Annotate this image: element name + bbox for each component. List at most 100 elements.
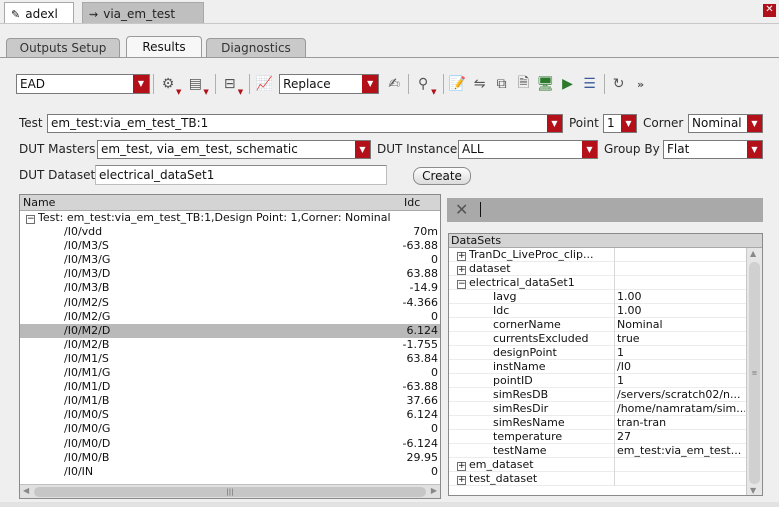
dut-masters-select[interactable]: em_test, via_em_test, schematic ▼ bbox=[97, 140, 371, 159]
table-row[interactable]: /I0/M2/D 6.124 bbox=[20, 323, 440, 338]
dataset-row[interactable]: designPoint 1 bbox=[449, 346, 762, 360]
run-icon[interactable]: ▶ bbox=[557, 73, 579, 95]
dut-instance-select[interactable]: ALL ▼ bbox=[458, 140, 598, 159]
dataset-value: /I0 bbox=[617, 360, 631, 373]
dataset-row[interactable]: + test_dataset bbox=[449, 472, 762, 486]
monitor-icon[interactable]: 🖥 bbox=[535, 73, 557, 95]
table-row[interactable]: /I0/M0/S 6.124 bbox=[20, 408, 440, 422]
dataset-row[interactable]: instName/I0 bbox=[449, 360, 762, 374]
scroll-down-icon[interactable]: ▼ bbox=[750, 486, 756, 495]
plot-mode-select[interactable]: Replace ▼ bbox=[279, 74, 380, 94]
collapse-icon[interactable]: − bbox=[457, 280, 466, 289]
refresh-icon[interactable]: ↻ bbox=[608, 73, 630, 95]
dropdown-arrow-icon[interactable]: ▼ bbox=[203, 88, 208, 96]
tab-outputs-setup[interactable]: Outputs Setup bbox=[6, 38, 120, 58]
dataset-row[interactable]: + TranDc_LiveProc_clip... bbox=[449, 248, 762, 262]
table-row[interactable]: /I0/M3/B -14.9 bbox=[20, 281, 440, 295]
close-icon[interactable]: ✕ bbox=[763, 4, 776, 17]
column-divider bbox=[614, 458, 615, 472]
table-row[interactable]: /I0/M2/G 0 bbox=[20, 310, 440, 324]
group-by-select[interactable]: Flat ▼ bbox=[663, 140, 763, 159]
dataset-row[interactable]: simResName tran-tran bbox=[449, 416, 762, 430]
table-row[interactable]: /I0/M0/D -6.124 bbox=[20, 437, 440, 451]
corner-select[interactable]: Nominal ▼ bbox=[688, 114, 763, 133]
column-header-name[interactable]: Name bbox=[23, 196, 55, 209]
scroll-right-icon[interactable]: ▶ bbox=[431, 486, 437, 495]
table-row[interactable]: /I0/M1/B 37.66 bbox=[20, 394, 440, 408]
scrollbar-thumb[interactable]: ≡ bbox=[749, 262, 760, 484]
plot-icon[interactable]: 📈 bbox=[253, 73, 275, 95]
row-idc-value: 37.66 bbox=[406, 394, 439, 408]
table-row[interactable]: /I0/M2/S -4.366 bbox=[20, 296, 440, 310]
doc-tab-via-em-test[interactable]: ⇝ via_em_test bbox=[82, 2, 204, 23]
dataset-row[interactable]: + dataset bbox=[449, 262, 762, 276]
row-idc-value: -63.88 bbox=[402, 380, 438, 394]
table-row[interactable]: /I0/IN 0 bbox=[20, 465, 440, 479]
dataset-row[interactable]: + em_dataset bbox=[449, 458, 762, 472]
expand-icon[interactable]: + bbox=[457, 252, 466, 261]
dataset-row[interactable]: currentsExcluded true bbox=[449, 332, 762, 346]
dataset-value: em_test:via_em_test... bbox=[617, 444, 742, 457]
dataset-value: /home/namratam/sim... bbox=[617, 402, 745, 415]
copy-icon[interactable]: ⧉ bbox=[491, 73, 513, 95]
table-row[interactable]: /I0/M2/B -1.755 bbox=[20, 338, 440, 352]
table-row[interactable]: /I0/M0/B 29.95 bbox=[20, 451, 440, 465]
datasets-header: DataSets bbox=[449, 234, 762, 248]
point-select[interactable]: 1 ▼ bbox=[603, 114, 637, 133]
dropdown-arrow-icon[interactable]: ▼ bbox=[431, 88, 436, 96]
dataset-row[interactable]: Idc 1.00 bbox=[449, 304, 762, 318]
expand-icon[interactable]: + bbox=[457, 266, 466, 275]
dataset-row[interactable]: simResDir/home/namratam/sim... bbox=[449, 402, 762, 416]
dataset-key: simResDB bbox=[493, 388, 548, 402]
document-tab-bar: ✎ adexl ⇝ via_em_test ✕ bbox=[0, 0, 779, 24]
table-row[interactable]: /I0/vdd 70m bbox=[20, 225, 440, 239]
test-select[interactable]: em_test:via_em_test_TB:1 ▼ bbox=[47, 114, 563, 133]
table-row[interactable]: /I0/M1/G 0 bbox=[20, 366, 440, 380]
column-divider bbox=[614, 248, 615, 262]
table-row[interactable]: /I0/M3/S -63.88 bbox=[20, 239, 440, 253]
table-row[interactable]: /I0/M1/D -63.88 bbox=[20, 380, 440, 394]
splitter-handle[interactable] bbox=[480, 202, 481, 217]
more-icon[interactable]: » bbox=[630, 73, 652, 95]
table-row[interactable]: /I0/M3/D 63.88 bbox=[20, 267, 440, 281]
collapse-icon[interactable]: − bbox=[26, 215, 35, 224]
scroll-left-icon[interactable]: ◀ bbox=[23, 486, 29, 495]
table-row[interactable]: /I0/M0/G 0 bbox=[20, 422, 440, 436]
dataset-row[interactable]: simResDB/servers/scratch02/n... bbox=[449, 388, 762, 402]
table-row[interactable]: /I0/M3/G 0 bbox=[20, 253, 440, 267]
edit-plot-icon[interactable]: ✍ bbox=[383, 73, 405, 95]
dataset-row[interactable]: temperature 27 bbox=[449, 430, 762, 444]
dataset-row[interactable]: cornerName Nominal bbox=[449, 318, 762, 332]
group-by-value: Flat bbox=[667, 142, 690, 156]
row-name: /I0/M3/B bbox=[64, 281, 110, 295]
view-select[interactable]: EAD ▼ bbox=[16, 74, 150, 94]
dataset-row[interactable]: testName em_test:via_em_test... bbox=[449, 444, 762, 458]
tab-results[interactable]: Results bbox=[126, 36, 202, 58]
column-divider bbox=[614, 402, 615, 416]
vertical-scrollbar[interactable]: ▲ ≡ ▼ bbox=[746, 248, 762, 495]
dataset-row[interactable]: pointID 1 bbox=[449, 374, 762, 388]
dropdown-arrow-icon[interactable]: ▼ bbox=[176, 88, 181, 96]
column-header-idc[interactable]: Idc bbox=[404, 196, 420, 209]
expand-icon[interactable]: + bbox=[457, 462, 466, 471]
dataset-row[interactable]: Iavg 1.00 bbox=[449, 290, 762, 304]
horizontal-scrollbar[interactable]: ◀ ||| ▶ bbox=[20, 484, 440, 498]
doc-tab-adexl[interactable]: ✎ adexl bbox=[4, 2, 74, 23]
table-row[interactable]: /I0/M1/S 63.84 bbox=[20, 352, 440, 366]
row-name: /I0/M0/D bbox=[64, 436, 111, 450]
report-icon[interactable]: 🗎 bbox=[513, 73, 535, 95]
scrollbar-thumb[interactable]: ||| bbox=[34, 487, 426, 497]
scroll-up-icon[interactable]: ▲ bbox=[750, 249, 756, 258]
compare-icon[interactable]: ⇋ bbox=[469, 73, 491, 95]
table-group-row[interactable]: − Test: em_test:via_em_test_TB:1,Design P… bbox=[20, 211, 440, 225]
close-icon[interactable]: ✕ bbox=[455, 200, 468, 219]
expand-icon[interactable]: + bbox=[457, 476, 466, 485]
database-icon[interactable]: ☰ bbox=[579, 73, 601, 95]
document-edit-icon[interactable]: 📝 bbox=[447, 73, 469, 95]
dataset-row[interactable]: − electrical_dataSet1 bbox=[449, 276, 762, 290]
dut-dataset-input[interactable]: electrical_dataSet1 bbox=[95, 165, 387, 185]
dropdown-arrow-icon[interactable]: ▼ bbox=[238, 88, 243, 96]
tab-diagnostics[interactable]: Diagnostics bbox=[206, 38, 306, 58]
create-button[interactable]: Create bbox=[413, 167, 471, 185]
row-name: /I0/M3/G bbox=[64, 253, 111, 267]
